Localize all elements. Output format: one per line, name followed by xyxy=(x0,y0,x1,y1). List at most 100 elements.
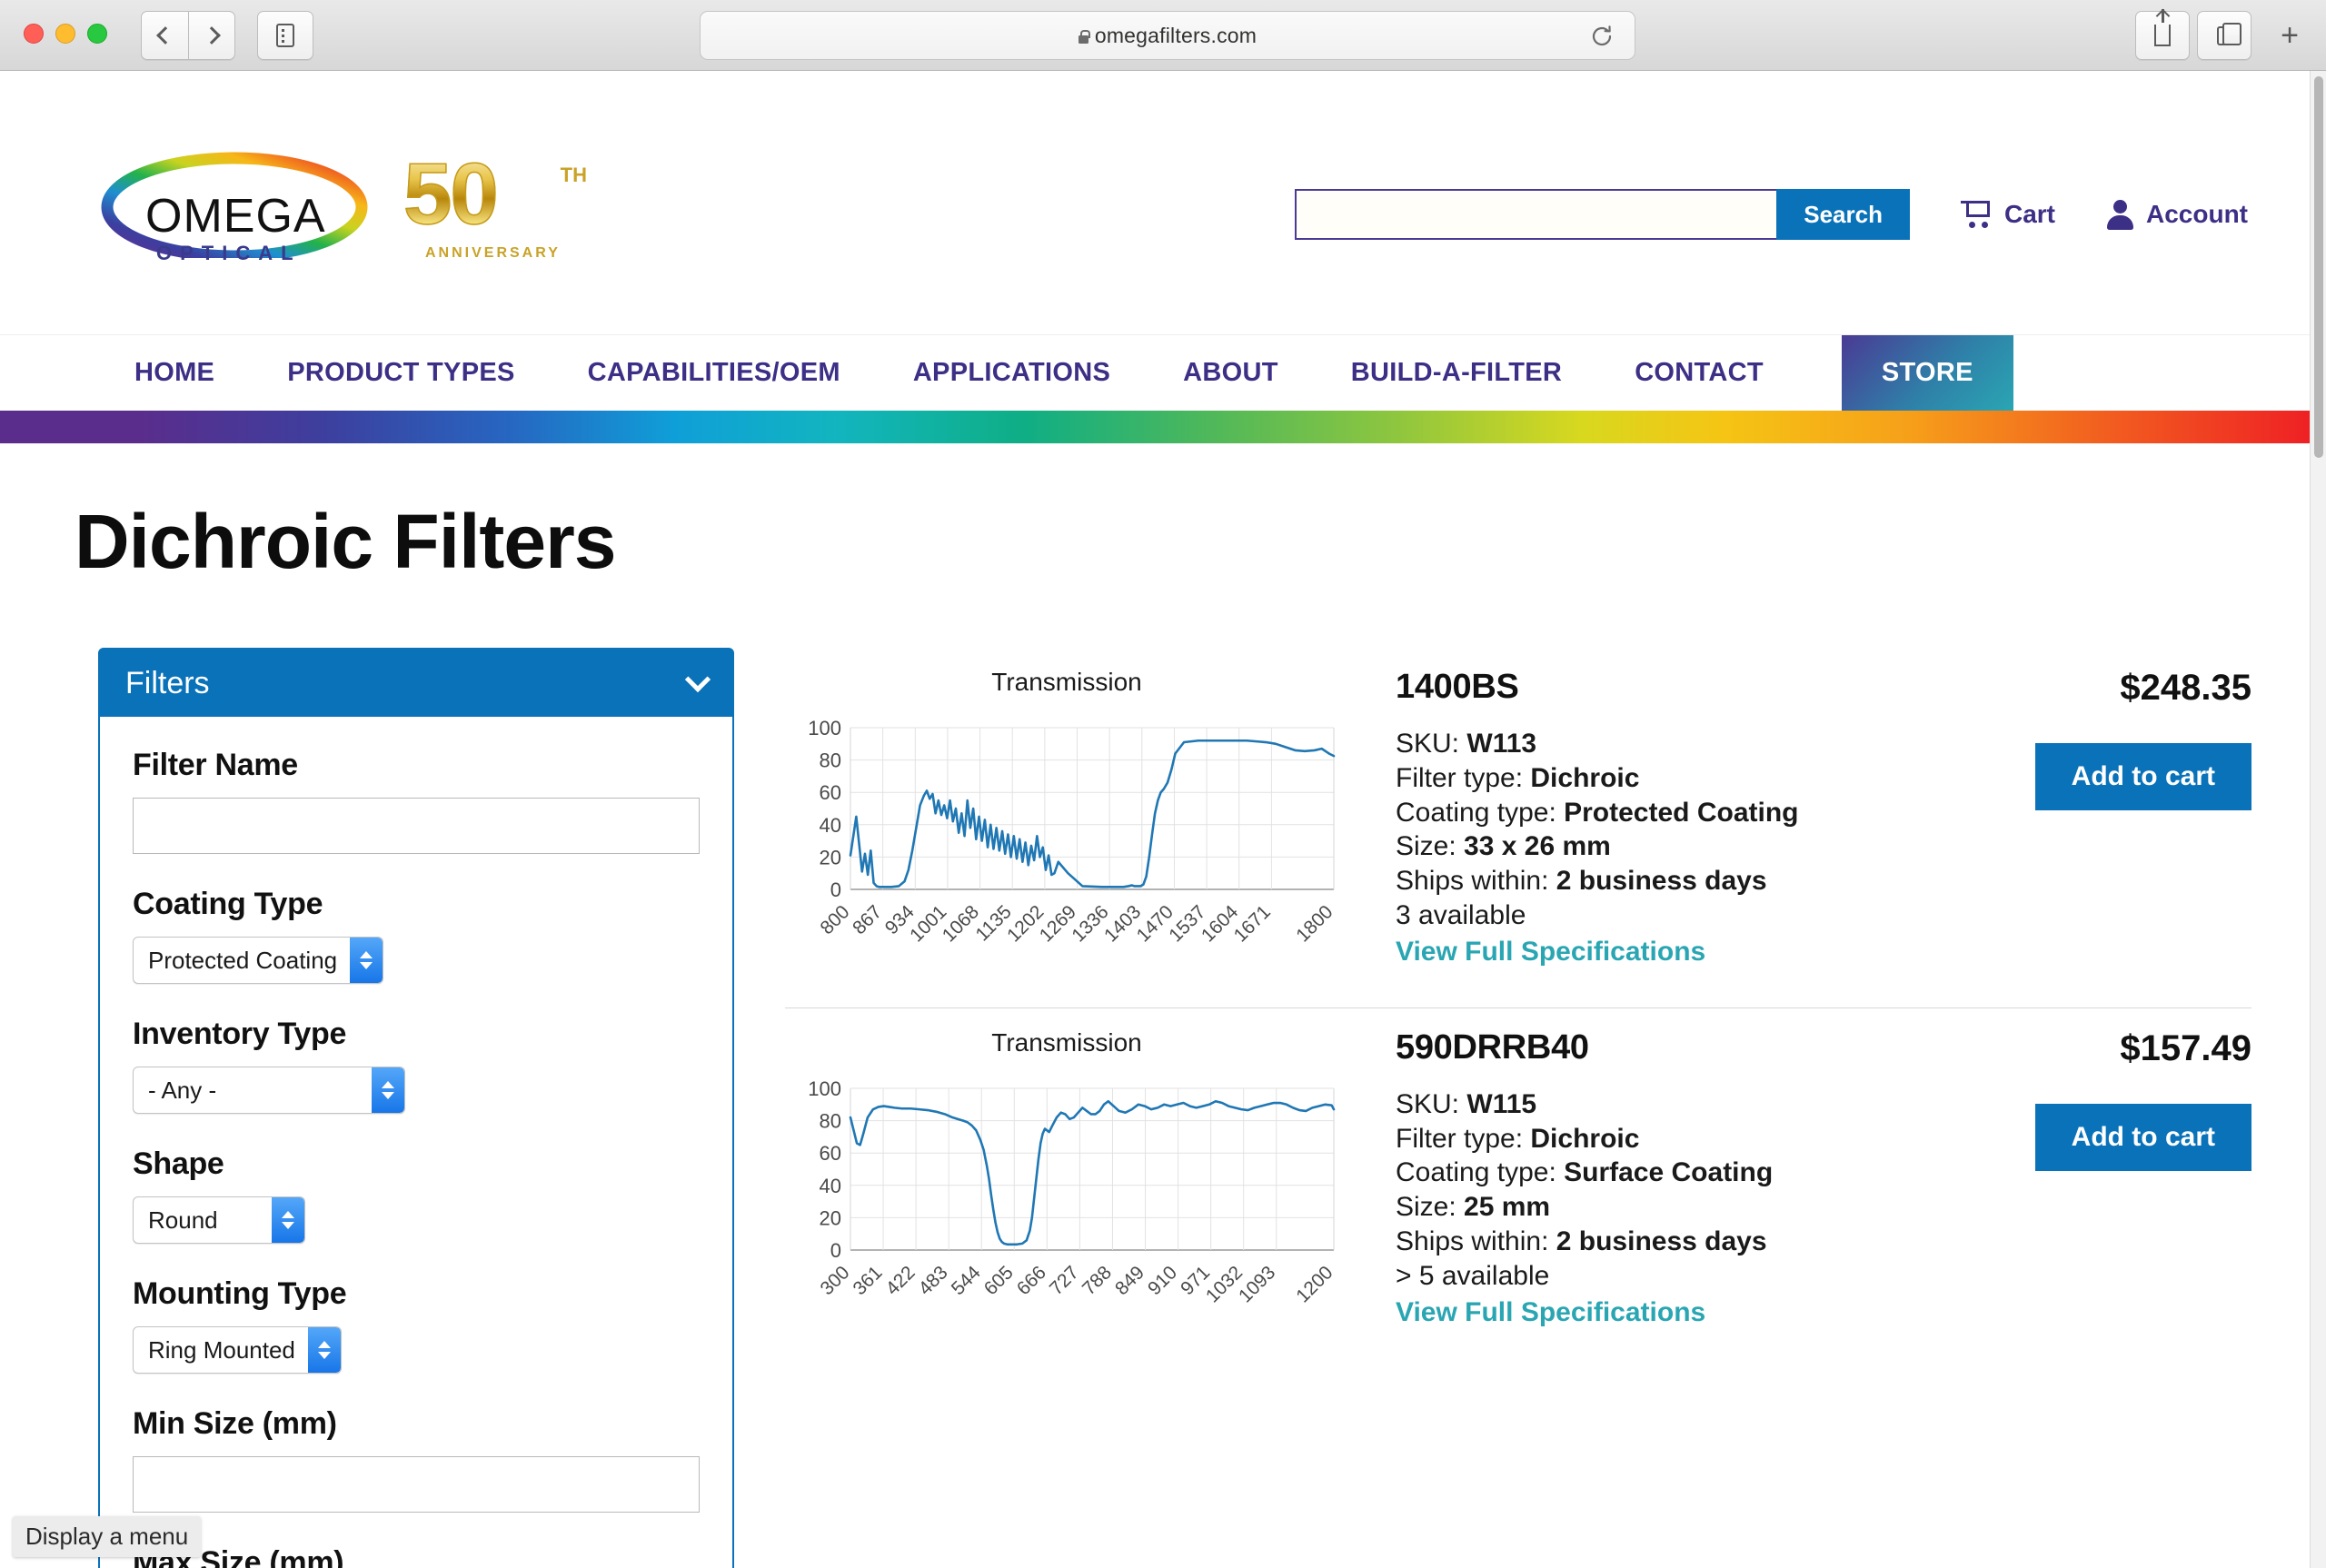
product-filter-type: Filter type: Dichroic xyxy=(1396,761,1952,796)
share-button[interactable] xyxy=(2135,9,2190,60)
view-full-specifications-link[interactable]: View Full Specifications xyxy=(1396,1297,1705,1328)
product-filter-type: Filter type: Dichroic xyxy=(1396,1122,1952,1156)
minimize-window-button[interactable] xyxy=(55,24,75,44)
stepper-arrows-icon[interactable] xyxy=(350,938,383,983)
share-icon xyxy=(2154,9,2171,46)
product-row: Transmission 0 20 40 60 80 100 300 361 422 483 54… xyxy=(785,1008,2251,1368)
product-sku: SKU: W113 xyxy=(1396,727,1952,761)
account-icon xyxy=(2106,200,2133,230)
stepper-arrows-icon[interactable] xyxy=(372,1067,404,1113)
address-bar-text: omegafilters.com xyxy=(1078,24,1257,48)
filters-panel-title: Filters xyxy=(125,665,210,700)
lock-icon xyxy=(1078,29,1090,44)
view-full-specifications-link[interactable]: View Full Specifications xyxy=(1396,937,1705,968)
page-viewport: OMEGA OPTICAL 50 TH ANNIVERSARY Search C… xyxy=(0,71,2326,1568)
mounting-type-label: Mounting Type xyxy=(133,1276,347,1311)
stepper-arrows-icon[interactable] xyxy=(272,1197,304,1243)
field-inventory-type: Inventory Type - Any - xyxy=(133,1017,700,1114)
svg-text:1671: 1671 xyxy=(1230,904,1275,947)
product-info: 590DRRB40 SKU: W115 Filter type: Dichroi… xyxy=(1348,1028,1952,1328)
nav-item-contact[interactable]: CONTACT xyxy=(1598,335,1800,411)
filter-type-label: Filter type: xyxy=(1396,1123,1524,1154)
window-traffic-lights xyxy=(24,24,107,44)
nav-item-home[interactable]: HOME xyxy=(98,335,251,411)
min-size-input[interactable] xyxy=(133,1456,700,1513)
svg-text:1093: 1093 xyxy=(1235,1265,1279,1307)
anniversary-number: 50 xyxy=(403,145,499,243)
coating-type-label: Coating type: xyxy=(1396,797,1556,828)
add-to-cart-button[interactable]: Add to cart xyxy=(2034,1103,2251,1171)
header-tools: Search Cart Account xyxy=(1295,189,2248,240)
nav-item-store[interactable]: STORE xyxy=(1841,335,2013,411)
mounting-type-value: Ring Mounted xyxy=(148,1335,295,1364)
product-coating-type: Coating type: Surface Coating xyxy=(1396,1156,1952,1190)
back-button[interactable] xyxy=(141,11,188,60)
filter-name-input[interactable] xyxy=(133,798,700,854)
chart-title: Transmission xyxy=(991,668,1142,696)
search-input[interactable] xyxy=(1295,189,1777,240)
product-purchase: $157.49 Add to cart xyxy=(1952,1028,2251,1171)
cart-link[interactable]: Cart xyxy=(1960,200,2055,229)
product-price: $157.49 xyxy=(2120,1027,2251,1068)
product-availability: > 5 available xyxy=(1396,1260,1550,1291)
add-to-cart-button[interactable]: Add to cart xyxy=(2034,743,2251,810)
address-bar[interactable]: omegafilters.com xyxy=(700,11,1635,60)
shape-select[interactable]: Round xyxy=(133,1196,305,1244)
inventory-type-value: - Any - xyxy=(148,1076,217,1104)
nav-item-capabilities-oem[interactable]: CAPABILITIES/OEM xyxy=(552,335,877,411)
svg-text:40: 40 xyxy=(820,1175,841,1197)
cart-label: Cart xyxy=(2003,200,2055,228)
svg-text:849: 849 xyxy=(1111,1265,1148,1299)
svg-text:1200: 1200 xyxy=(1292,1265,1337,1307)
svg-text:40: 40 xyxy=(820,814,841,837)
nav-item-build-a-filter[interactable]: BUILD-A-FILTER xyxy=(1315,335,1598,411)
forward-button[interactable] xyxy=(188,11,235,60)
site-logo[interactable]: OMEGA OPTICAL 50 TH ANNIVERSARY xyxy=(98,150,594,278)
product-row: Transmission 0 20 40 60 80 100 800 867 934 1001 1… xyxy=(785,648,2251,1008)
coating-type-label: Coating Type xyxy=(133,887,323,921)
nav-item-about[interactable]: ABOUT xyxy=(1147,335,1315,411)
inventory-type-select[interactable]: - Any - xyxy=(133,1067,405,1114)
svg-text:666: 666 xyxy=(1013,1265,1050,1299)
new-tab-button[interactable]: + xyxy=(2264,11,2315,60)
transmission-chart-1: 0 20 40 60 80 100 800 867 934 1001 1068 1135 1202 12… xyxy=(794,720,1339,947)
svg-text:1800: 1800 xyxy=(1292,904,1337,947)
filter-type-value: Dichroic xyxy=(1530,1123,1640,1154)
stepper-arrows-icon[interactable] xyxy=(307,1327,341,1373)
main-navigation: HOME PRODUCT TYPES CAPABILITIES/OEM APPL… xyxy=(0,334,2326,411)
site-header: OMEGA OPTICAL 50 TH ANNIVERSARY Search C… xyxy=(0,71,2326,334)
reload-button[interactable] xyxy=(1589,24,1615,49)
scrollbar-thumb[interactable] xyxy=(2314,76,2323,458)
coating-type-label: Coating type: xyxy=(1396,1157,1556,1188)
sidebar-toggle-button[interactable] xyxy=(257,11,313,60)
nav-item-applications[interactable]: APPLICATIONS xyxy=(877,335,1147,411)
coating-type-select[interactable]: Protected Coating xyxy=(133,937,384,984)
svg-text:605: 605 xyxy=(980,1265,1018,1299)
chevron-left-icon xyxy=(155,26,174,45)
ships-value: 2 business days xyxy=(1556,1226,1767,1256)
sku-value: W115 xyxy=(1466,1088,1537,1119)
nav-item-product-types[interactable]: PRODUCT TYPES xyxy=(251,335,551,411)
product-name: 1400BS xyxy=(1396,668,1519,706)
svg-text:60: 60 xyxy=(820,781,841,804)
svg-text:20: 20 xyxy=(820,1206,841,1229)
product-ships-within: Ships within: 2 business days xyxy=(1396,1225,1952,1259)
ships-value: 2 business days xyxy=(1556,866,1767,897)
product-ships-within: Ships within: 2 business days xyxy=(1396,864,1952,898)
close-window-button[interactable] xyxy=(24,24,44,44)
product-name: 590DRRB40 xyxy=(1396,1027,1589,1067)
svg-text:20: 20 xyxy=(820,846,841,868)
ships-label: Ships within: xyxy=(1396,866,1549,897)
maximize-window-button[interactable] xyxy=(87,24,107,44)
svg-text:300: 300 xyxy=(816,1265,853,1299)
filters-panel-header[interactable]: Filters xyxy=(100,650,732,717)
search-button[interactable]: Search xyxy=(1776,189,1910,240)
chevron-down-icon[interactable] xyxy=(684,666,711,693)
account-link[interactable]: Account xyxy=(2106,200,2248,230)
mounting-type-select[interactable]: Ring Mounted xyxy=(133,1326,342,1374)
min-size-label: Min Size (mm) xyxy=(133,1406,337,1441)
show-tabs-button[interactable] xyxy=(2197,11,2251,60)
page-scrollbar[interactable] xyxy=(2310,71,2326,1568)
shape-label: Shape xyxy=(133,1146,224,1181)
product-purchase: $248.35 Add to cart xyxy=(1952,668,2251,810)
